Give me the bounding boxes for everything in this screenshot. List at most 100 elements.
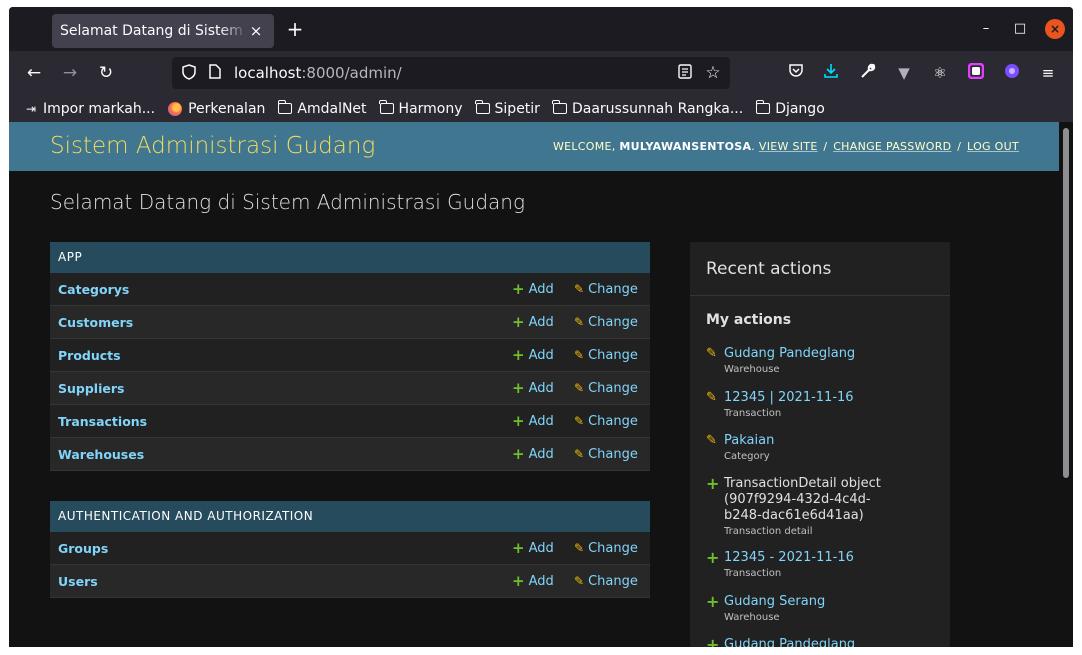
add-label: Add bbox=[528, 540, 554, 556]
page-scrollbar[interactable] bbox=[1059, 122, 1073, 647]
change-link[interactable]: ✎ Change bbox=[574, 381, 638, 396]
page-content: Sistem Administrasi Gudang Welcome, muly… bbox=[9, 122, 1059, 647]
bookmark-perkenalan[interactable]: Perkenalan bbox=[168, 101, 265, 117]
action-item: + Gudang Pandeglang bbox=[706, 635, 936, 648]
change-link[interactable]: ✎ Change bbox=[574, 574, 638, 589]
model-row-suppliers: Suppliers + Add ✎ Change bbox=[50, 372, 650, 405]
separator: / bbox=[957, 140, 962, 153]
action-type: Warehouse bbox=[724, 364, 780, 375]
menu-icon[interactable]: ≡ bbox=[1038, 63, 1058, 83]
change-link[interactable]: ✎ Change bbox=[574, 315, 638, 330]
bookmark-star-icon[interactable]: ☆ bbox=[704, 64, 722, 82]
add-label: Add bbox=[528, 347, 554, 363]
action-link[interactable]: Pakaian bbox=[724, 433, 936, 449]
tab-close-icon[interactable]: × bbox=[248, 22, 264, 40]
url-bar[interactable]: localhost:8000/admin/ ☆ bbox=[172, 57, 730, 89]
user-tools: Welcome, mulyawansentosa. View site / Ch… bbox=[552, 140, 1019, 153]
site-branding[interactable]: Sistem Administrasi Gudang bbox=[50, 133, 375, 159]
log-out-link[interactable]: Log out bbox=[967, 140, 1019, 153]
close-window-button[interactable]: × bbox=[1045, 19, 1065, 39]
back-arrow-icon[interactable]: ← bbox=[23, 62, 45, 84]
new-tab-button[interactable]: + bbox=[285, 19, 305, 41]
action-link[interactable]: 12345 | 2021-11-16 bbox=[724, 390, 936, 406]
action-type: Transaction detail bbox=[724, 526, 813, 537]
model-link[interactable]: Warehouses bbox=[58, 447, 144, 462]
add-link[interactable]: + Add bbox=[512, 413, 554, 429]
url-path: :8000/admin/ bbox=[301, 64, 402, 82]
add-link[interactable]: + Add bbox=[512, 347, 554, 363]
change-link[interactable]: ✎ Change bbox=[574, 282, 638, 297]
model-link[interactable]: Customers bbox=[58, 315, 133, 330]
add-link[interactable]: + Add bbox=[512, 446, 554, 462]
view-site-link[interactable]: View site bbox=[759, 140, 818, 153]
model-link[interactable]: Groups bbox=[58, 541, 108, 556]
bookmark-sipetir[interactable]: Sipetir bbox=[475, 100, 540, 117]
plus-icon: + bbox=[512, 279, 525, 298]
model-row-groups: Groups + Add ✎ Change bbox=[50, 532, 650, 565]
action-link[interactable]: 12345 - 2021-11-16 bbox=[724, 550, 936, 566]
change-link[interactable]: ✎ Change bbox=[574, 414, 638, 429]
change-label: Change bbox=[588, 446, 638, 462]
model-row-transactions: Transactions + Add ✎ Change bbox=[50, 405, 650, 438]
bookmark-label: Django bbox=[775, 100, 825, 117]
admin-header: Sistem Administrasi Gudang Welcome, muly… bbox=[9, 122, 1059, 171]
vue-devtools-icon[interactable]: ▼ bbox=[894, 63, 914, 83]
forward-arrow-icon[interactable]: → bbox=[59, 62, 81, 84]
model-row-users: Users + Add ✎ Change bbox=[50, 565, 650, 598]
module-caption[interactable]: App bbox=[50, 242, 650, 273]
module-caption[interactable]: Authentication and Authorization bbox=[50, 501, 650, 532]
my-actions-heading: My actions bbox=[706, 312, 792, 328]
model-list: Categorys + Add ✎ Change Customers + Add ✎ C… bbox=[50, 273, 650, 471]
add-link[interactable]: + Add bbox=[512, 540, 554, 556]
action-link[interactable]: Gudang Pandeglang bbox=[724, 346, 936, 362]
bookmark-harmony[interactable]: Harmony bbox=[379, 100, 463, 117]
reader-view-icon[interactable] bbox=[676, 64, 694, 82]
bookmark-amdalnet[interactable]: AmdalNet bbox=[277, 100, 367, 117]
url-text[interactable]: localhost:8000/admin/ bbox=[234, 64, 402, 82]
add-link[interactable]: + Add bbox=[512, 279, 554, 298]
pocket-icon[interactable] bbox=[786, 63, 806, 83]
action-item: + TransactionDetail object (907f9294-432… bbox=[706, 476, 936, 538]
action-item: ✎ Pakaian Category bbox=[706, 433, 936, 462]
extension-avatar-icon[interactable] bbox=[1002, 63, 1022, 83]
page-icon[interactable] bbox=[206, 64, 224, 82]
colorzilla-icon[interactable] bbox=[966, 62, 986, 83]
pencil-icon: ✎ bbox=[574, 414, 585, 428]
action-link[interactable]: Gudang Serang bbox=[724, 594, 936, 610]
download-icon[interactable] bbox=[821, 63, 841, 83]
add-link[interactable]: + Add bbox=[512, 573, 554, 589]
model-link[interactable]: Products bbox=[58, 348, 121, 363]
change-link[interactable]: ✎ Change bbox=[574, 541, 638, 556]
maximize-button[interactable]: □ bbox=[1010, 19, 1030, 39]
action-link[interactable]: Gudang Pandeglang bbox=[724, 637, 936, 647]
welcome-text: Welcome, bbox=[552, 140, 620, 153]
change-password-link[interactable]: Change password bbox=[833, 140, 951, 153]
action-type: Transaction bbox=[724, 408, 782, 419]
change-link[interactable]: ✎ Change bbox=[574, 348, 638, 363]
model-link[interactable]: Transactions bbox=[58, 414, 147, 429]
react-devtools-icon[interactable]: ⚛ bbox=[930, 63, 950, 83]
model-link[interactable]: Users bbox=[58, 574, 98, 589]
change-link[interactable]: ✎ Change bbox=[574, 447, 638, 462]
pencil-icon: ✎ bbox=[574, 447, 585, 461]
bookmark-label: AmdalNet bbox=[297, 100, 367, 117]
add-link[interactable]: + Add bbox=[512, 314, 554, 330]
wrench-icon[interactable] bbox=[858, 63, 878, 83]
tab-title: Selamat Datang di Sistem Administrasi Gu… bbox=[60, 23, 248, 39]
username: mulyawansentosa bbox=[619, 140, 752, 153]
bookmark-label: Impor markah... bbox=[43, 100, 156, 117]
add-link[interactable]: + Add bbox=[512, 380, 554, 396]
model-link[interactable]: Categorys bbox=[58, 282, 129, 297]
reload-icon[interactable]: ↻ bbox=[95, 62, 117, 84]
scrollbar-thumb[interactable] bbox=[1063, 128, 1069, 478]
active-tab[interactable]: Selamat Datang di Sistem Administrasi Gu… bbox=[52, 14, 274, 48]
bookmark-import[interactable]: ⇥ Impor markah... bbox=[23, 101, 155, 117]
bookmark-django[interactable]: Django bbox=[755, 100, 825, 117]
change-label: Change bbox=[588, 380, 638, 396]
plus-icon: + bbox=[706, 635, 720, 648]
shield-icon[interactable] bbox=[180, 64, 198, 82]
minimize-button[interactable]: – bbox=[976, 19, 996, 39]
bookmark-daarussunnah[interactable]: Daarussunnah Rangka... bbox=[552, 100, 743, 117]
app-module: App Categorys + Add ✎ Change Customers + Ad… bbox=[50, 242, 650, 471]
model-link[interactable]: Suppliers bbox=[58, 381, 124, 396]
